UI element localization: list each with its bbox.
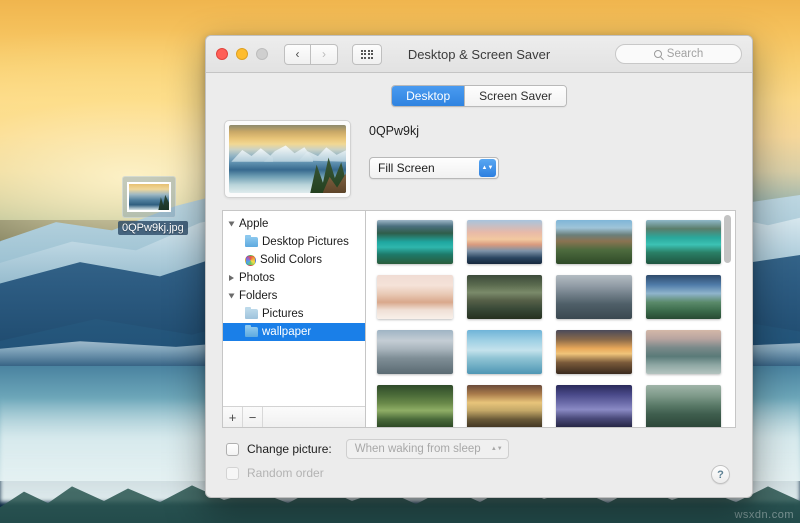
scaling-value: Fill Screen — [378, 161, 479, 175]
change-interval-value: When waking from sleep — [355, 443, 491, 455]
file-icon-thumbnail — [122, 176, 176, 218]
window-body: Desktop Screen Saver 0QPw9kj Fill Screen… — [206, 73, 752, 498]
search-field[interactable]: Search — [615, 44, 742, 64]
thumbnail-dusk-lake-mirror[interactable] — [646, 330, 722, 374]
sidebar-item-label: wallpaper — [262, 326, 311, 338]
thumbnail-crescent-moon-clouds[interactable] — [556, 385, 632, 428]
thumbnail-turquoise-lake-canyon[interactable] — [377, 220, 453, 264]
tab-desktop[interactable]: Desktop — [392, 86, 464, 106]
sidebar-item-apple[interactable]: Apple — [223, 215, 365, 233]
thumbnail-grey-hills-dusk[interactable] — [556, 275, 632, 319]
thumbnail-golden-sunset-tree[interactable] — [556, 330, 632, 374]
source-sidebar: Apple Desktop Pictures Solid Colors Phot… — [222, 210, 365, 428]
browser-split: Apple Desktop Pictures Solid Colors Phot… — [222, 210, 736, 428]
sidebar-item-label: Photos — [239, 272, 275, 284]
thumbnail-coastal-rock-pools[interactable] — [377, 330, 453, 374]
thumbnail-grid — [366, 211, 735, 428]
thumbnail-mountain-valley-green[interactable] — [556, 220, 632, 264]
current-wallpaper-name: 0QPw9kj — [369, 124, 499, 138]
thumbnail-lone-tree-shallow-sea[interactable] — [467, 330, 543, 374]
preview-details: 0QPw9kj Fill Screen ▲▼ — [369, 120, 499, 198]
sidebar-item-pictures[interactable]: Pictures — [223, 305, 365, 323]
sidebar-item-label: Solid Colors — [260, 254, 322, 266]
change-interval-popup[interactable]: When waking from sleep ▲▼ — [346, 439, 509, 459]
wallpaper-preview — [224, 120, 351, 198]
show-all-button[interactable] — [352, 44, 382, 65]
zoom-button-icon — [256, 48, 268, 60]
tab-bar: Desktop Screen Saver — [222, 85, 736, 107]
grid-scrollbar[interactable] — [724, 215, 732, 423]
source-tree: Apple Desktop Pictures Solid Colors Phot… — [223, 211, 365, 406]
search-icon — [654, 50, 662, 58]
tab-screen-saver[interactable]: Screen Saver — [464, 86, 566, 106]
random-order-label: Random order — [247, 466, 324, 480]
sidebar-item-label: Folders — [239, 290, 277, 302]
minimize-button-icon[interactable] — [236, 48, 248, 60]
sidebar-item-photos[interactable]: Photos — [223, 269, 365, 287]
chevron-updown-icon: ▲▼ — [479, 159, 496, 177]
desktop-screensaver-window: ‹ › Desktop & Screen Saver Search Deskto… — [205, 35, 753, 498]
traffic-lights — [216, 48, 268, 60]
thumbnail-misty-forest-trunks[interactable] — [646, 385, 722, 428]
color-wheel-icon — [245, 255, 256, 266]
search-placeholder: Search — [667, 48, 703, 60]
wallpaper-preview-image — [229, 125, 346, 193]
thumbnail-cloud-lake-blue[interactable] — [646, 275, 722, 319]
folder-icon — [245, 237, 258, 247]
navigation-buttons: ‹ › — [284, 44, 338, 65]
remove-folder-button[interactable]: − — [243, 407, 263, 427]
help-button[interactable]: ? — [711, 465, 730, 484]
forward-button: › — [311, 44, 338, 65]
scaling-popup-button[interactable]: Fill Screen ▲▼ — [369, 157, 499, 179]
bottom-controls: Change picture: When waking from sleep ▲… — [222, 428, 736, 480]
grid-scrollbar-thumb[interactable] — [724, 215, 731, 263]
change-picture-checkbox[interactable] — [226, 443, 239, 456]
thumbnail-waterfall-green-canyon[interactable] — [377, 385, 453, 428]
sidebar-item-wallpaper[interactable]: wallpaper — [223, 323, 365, 341]
sidebar-item-label: Pictures — [262, 308, 304, 320]
random-order-checkbox — [226, 467, 239, 480]
close-button-icon[interactable] — [216, 48, 228, 60]
disclosure-triangle-icon[interactable] — [229, 275, 234, 281]
random-order-row: Random order — [226, 466, 736, 480]
disclosure-triangle-icon[interactable] — [229, 294, 235, 299]
folder-icon — [245, 327, 258, 337]
add-folder-button[interactable]: + — [223, 407, 243, 427]
preview-row: 0QPw9kj Fill Screen ▲▼ — [222, 120, 736, 198]
desktop-file-icon[interactable]: 0QPw9kj.jpg — [118, 176, 180, 235]
thumbnail-pink-winter-snowfield[interactable] — [377, 275, 453, 319]
thumbnail-forest-river-reflection[interactable] — [467, 275, 543, 319]
window-titlebar: ‹ › Desktop & Screen Saver Search — [206, 36, 752, 73]
grid-icon — [361, 50, 374, 59]
sidebar-item-folders[interactable]: Folders — [223, 287, 365, 305]
thumbnail-lagoon-island-aqua[interactable] — [646, 220, 722, 264]
sidebar-item-solid-colors[interactable]: Solid Colors — [223, 251, 365, 269]
sidebar-footer: + − — [223, 406, 365, 427]
thumbnail-grid-pane — [365, 210, 736, 428]
change-picture-label: Change picture: — [247, 442, 332, 456]
thumbnail-redwood-valley-sunrise[interactable] — [467, 385, 543, 428]
chevron-updown-icon: ▲▼ — [491, 447, 503, 452]
disclosure-triangle-icon[interactable] — [229, 222, 235, 227]
sidebar-item-label: Apple — [239, 218, 268, 230]
folder-icon — [245, 309, 258, 319]
back-button[interactable]: ‹ — [284, 44, 311, 65]
sidebar-item-desktop-pictures[interactable]: Desktop Pictures — [223, 233, 365, 251]
thumbnail-sunset-beach-shore[interactable] — [467, 220, 543, 264]
file-icon-label: 0QPw9kj.jpg — [118, 221, 188, 235]
change-picture-row: Change picture: When waking from sleep ▲… — [226, 439, 736, 459]
sidebar-item-label: Desktop Pictures — [262, 236, 349, 248]
watermark: wsxdn.com — [734, 509, 794, 521]
